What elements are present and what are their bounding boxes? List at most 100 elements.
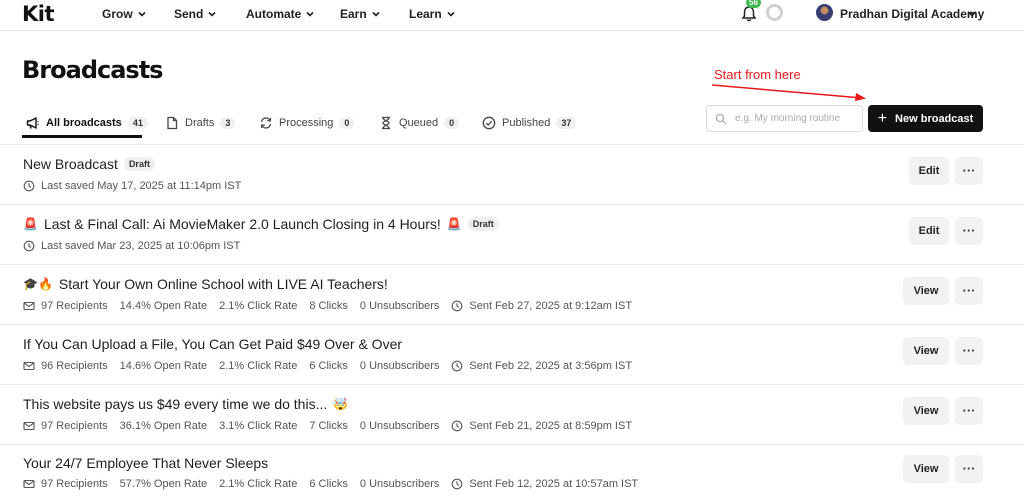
- annotation-text: Start from here: [714, 67, 801, 82]
- new-broadcast-button[interactable]: + New broadcast: [868, 105, 983, 132]
- sent-text: Sent Feb 12, 2025 at 10:57am IST: [469, 478, 639, 490]
- edit-button[interactable]: Edit: [909, 217, 949, 245]
- broadcast-title[interactable]: 🎓🔥 Start Your Own Online School with LIV…: [23, 276, 388, 292]
- nav-earn-label: Earn: [340, 7, 367, 21]
- sent-meta: Sent Feb 12, 2025 at 10:57am IST: [451, 478, 638, 490]
- broadcast-row[interactable]: 🎓🔥 Start Your Own Online School with LIV…: [0, 264, 1024, 324]
- envelope-icon: [23, 479, 35, 489]
- click-rate: 2.1% Click Rate: [219, 478, 298, 490]
- click-rate: 3.1% Click Rate: [219, 420, 298, 432]
- search-input[interactable]: [735, 113, 860, 124]
- nav-send[interactable]: Send: [174, 7, 217, 21]
- search-icon: [715, 113, 727, 124]
- unsubscribers: 0 Unsubscribers: [359, 420, 440, 432]
- status-badge: Draft: [123, 157, 155, 171]
- sent-meta: Sent Feb 22, 2025 at 3:56pm IST: [451, 360, 632, 372]
- nav-automate[interactable]: Automate: [246, 7, 315, 21]
- sent-meta: Sent Feb 27, 2025 at 9:12am IST: [451, 300, 632, 312]
- nav-automate-label: Automate: [246, 7, 302, 21]
- recipients-text: 97 Recipients: [41, 420, 108, 432]
- recipients-meta: 97 Recipients: [23, 300, 108, 312]
- tab-count: 3: [220, 117, 236, 129]
- siren-icon: 🚨: [446, 217, 462, 231]
- tab-count: 0: [339, 117, 355, 129]
- nav-earn[interactable]: Earn: [340, 7, 381, 21]
- more-options-button[interactable]: ···: [955, 397, 983, 425]
- status-badge: Draft: [467, 217, 499, 231]
- broadcast-row[interactable]: 🚨 Last & Final Call: Ai MovieMaker 2.0 L…: [0, 204, 1024, 264]
- broadcast-meta: 97 Recipients 57.7% Open Rate 2.1% Click…: [23, 478, 650, 490]
- broadcast-title[interactable]: Your 24/7 Employee That Never Sleeps: [23, 455, 268, 471]
- broadcast-title-text: Your 24/7 Employee That Never Sleeps: [23, 455, 269, 471]
- view-button[interactable]: View: [903, 337, 949, 365]
- clock-icon: [23, 240, 35, 252]
- active-tab-underline: [22, 135, 142, 138]
- broadcast-meta: 97 Recipients 36.1% Open Rate 3.1% Click…: [23, 420, 644, 432]
- broadcast-meta: Last saved May 17, 2025 at 11:14pm IST: [23, 180, 253, 192]
- tab-count: 0: [444, 117, 460, 129]
- recipients-meta: 96 Recipients: [23, 360, 108, 372]
- tab-label: Published: [502, 117, 551, 129]
- envelope-icon: [23, 301, 35, 311]
- envelope-icon: [23, 361, 35, 371]
- broadcast-meta: Last saved Mar 23, 2025 at 10:06pm IST: [23, 240, 252, 252]
- more-options-button[interactable]: ···: [955, 217, 983, 245]
- clock-icon: [452, 300, 463, 312]
- broadcast-title[interactable]: 🚨 Last & Final Call: Ai MovieMaker 2.0 L…: [23, 216, 499, 232]
- kit-logo[interactable]: Kit: [22, 2, 55, 26]
- more-options-button[interactable]: ···: [955, 337, 983, 365]
- chevron-down-icon[interactable]: [967, 9, 977, 19]
- broadcast-row[interactable]: This website pays us $49 every time we d…: [0, 384, 1024, 444]
- notification-badge: 56: [746, 0, 761, 8]
- sent-text: Sent Feb 21, 2025 at 8:59pm IST: [469, 420, 633, 432]
- broadcast-row[interactable]: If You Can Upload a File, You Can Get Pa…: [0, 324, 1024, 384]
- hourglass-icon: [382, 116, 390, 130]
- chevron-down-icon: [447, 11, 455, 17]
- more-options-button[interactable]: ···: [955, 277, 983, 305]
- chevron-down-icon: [306, 11, 314, 17]
- search-box[interactable]: [706, 105, 863, 132]
- nav-send-label: Send: [174, 7, 204, 21]
- clock-icon: [452, 478, 463, 490]
- tab-queued[interactable]: Queued 0: [379, 110, 460, 136]
- account-name[interactable]: Pradhan Digital Academy: [840, 7, 984, 21]
- broadcast-row[interactable]: New Broadcast Draft Last saved May 17, 2…: [0, 144, 1024, 204]
- unsubscribers: 0 Unsubscribers: [359, 478, 440, 490]
- tab-published[interactable]: Published 37: [482, 110, 577, 136]
- avatar[interactable]: [816, 4, 833, 21]
- broadcast-title-text: Start Your Own Online School with LIVE A…: [58, 276, 388, 292]
- tab-all-broadcasts[interactable]: All broadcasts 41: [26, 110, 148, 136]
- view-button[interactable]: View: [903, 277, 949, 305]
- chevron-down-icon: [208, 11, 216, 17]
- broadcast-title[interactable]: New Broadcast Draft: [23, 156, 155, 172]
- view-button[interactable]: View: [903, 455, 949, 483]
- nav-learn[interactable]: Learn: [409, 7, 456, 21]
- broadcast-row[interactable]: Your 24/7 Employee That Never Sleeps 97 …: [0, 444, 1024, 498]
- siren-icon: 🚨: [23, 217, 38, 231]
- more-options-button[interactable]: ···: [955, 455, 983, 483]
- recipients-text: 96 Recipients: [41, 360, 108, 372]
- view-button[interactable]: View: [903, 397, 949, 425]
- recipients-text: 97 Recipients: [41, 300, 108, 312]
- saved-meta: Last saved Mar 23, 2025 at 10:06pm IST: [23, 240, 240, 252]
- more-options-button[interactable]: ···: [955, 157, 983, 185]
- unsubscribers: 0 Unsubscribers: [359, 360, 440, 372]
- tab-processing[interactable]: Processing 0: [259, 110, 355, 136]
- nav-grow-label: Grow: [102, 7, 133, 21]
- broadcast-title-text: Last & Final Call: Ai MovieMaker 2.0 Lau…: [43, 216, 441, 232]
- top-navigation: Kit Grow Send Automate Earn Learn 56 Pra…: [0, 0, 1024, 31]
- sync-icon: [260, 117, 272, 129]
- saved-text: Last saved Mar 23, 2025 at 10:06pm IST: [41, 240, 241, 252]
- new-broadcast-label: New broadcast: [895, 112, 974, 125]
- saved-text: Last saved May 17, 2025 at 11:14pm IST: [41, 180, 242, 192]
- broadcast-title[interactable]: If You Can Upload a File, You Can Get Pa…: [23, 336, 402, 352]
- broadcast-title[interactable]: This website pays us $49 every time we d…: [23, 396, 348, 412]
- edit-button[interactable]: Edit: [909, 157, 949, 185]
- tab-drafts[interactable]: Drafts 3: [165, 110, 236, 136]
- mind-blown-icon: 🤯: [333, 397, 349, 411]
- nav-grow[interactable]: Grow: [102, 7, 147, 21]
- tab-count: 37: [556, 117, 577, 129]
- megaphone-icon: [26, 117, 39, 129]
- broadcast-meta: 96 Recipients 14.6% Open Rate 2.1% Click…: [23, 360, 644, 372]
- page-title: Broadcasts: [22, 56, 163, 84]
